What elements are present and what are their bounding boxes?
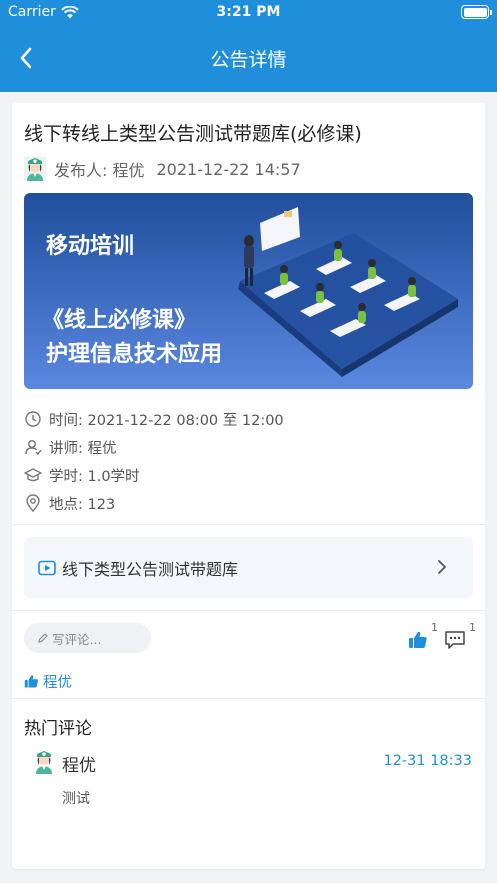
- published-time: 2021-12-22 14:57: [156, 159, 301, 179]
- question-bank-entry[interactable]: 线下类型公告测试带题库: [24, 537, 473, 598]
- divider: [12, 524, 485, 525]
- detail-time: 时间: 2021-12-22 08:00 至 12:00: [24, 405, 284, 433]
- hot-comments-title: 热门评论: [24, 719, 92, 739]
- author-row: 发布人: 程优 2021-12-22 14:57: [24, 157, 301, 181]
- course-details: 时间: 2021-12-22 08:00 至 12:00 讲师: 程优 学时: …: [24, 405, 284, 517]
- clock-icon: [25, 411, 41, 427]
- course-banner: 移动培训 《线上必修课》 护理信息技术应用: [24, 193, 473, 389]
- graduation-cap-icon: [24, 468, 42, 482]
- likers-list: 程优: [24, 671, 72, 692]
- like-count: 1: [431, 621, 438, 634]
- comment-input[interactable]: 写评论...: [24, 623, 151, 653]
- status-time: 3:21 PM: [216, 4, 281, 20]
- nurse-avatar-icon: [24, 157, 46, 181]
- nurse-avatar-icon: [36, 751, 52, 774]
- battery-icon: [461, 5, 492, 19]
- comment-author: 程优: [62, 756, 96, 776]
- status-bar: Carrier 3:21 PM: [0, 0, 497, 26]
- detail-hours-text: 学时: 1.0学时: [49, 468, 140, 485]
- pencil-icon: [38, 633, 48, 643]
- banner-line-3: 护理信息技术应用: [46, 341, 222, 366]
- author-label: 发布人: 程优: [54, 161, 145, 180]
- like-button[interactable]: 1: [408, 621, 438, 651]
- comment-bubble-icon: [445, 631, 465, 649]
- question-bank-label: 线下类型公告测试带题库: [62, 559, 239, 579]
- detail-time-text: 时间: 2021-12-22 08:00 至 12:00: [49, 412, 284, 429]
- banner-line-2: 《线上必修课》: [42, 307, 196, 332]
- comment-text: 测试: [62, 791, 90, 807]
- location-pin-icon: [26, 494, 40, 512]
- page-title: 公告详情: [210, 49, 287, 71]
- detail-teacher: 讲师: 程优: [24, 433, 284, 461]
- app-header: Carrier 3:21 PM 公告详情: [0, 0, 497, 92]
- chevron-right-icon: [438, 560, 446, 574]
- video-play-icon: [38, 560, 56, 575]
- liker-names: 程优: [43, 675, 72, 691]
- banner-image: 移动培训 《线上必修课》 护理信息技术应用: [24, 193, 473, 389]
- detail-location-text: 地点: 123: [49, 496, 116, 513]
- teacher-icon: [25, 440, 42, 456]
- comment-time: 12-31 18:33: [383, 753, 472, 769]
- comment-button[interactable]: 1: [444, 621, 476, 651]
- comment-count: 1: [469, 621, 476, 634]
- banner-line-1: 移动培训: [46, 233, 134, 258]
- divider: [12, 698, 485, 699]
- detail-hours: 学时: 1.0学时: [24, 461, 284, 489]
- comment-placeholder: 写评论...: [52, 631, 102, 647]
- thumbs-up-icon: [24, 675, 38, 688]
- detail-teacher-text: 讲师: 程优: [49, 440, 117, 457]
- divider: [12, 610, 485, 611]
- post-title: 线下转线上类型公告测试带题库(必修课): [24, 123, 362, 145]
- thumbs-up-icon: [409, 631, 427, 648]
- announcement-card: 线下转线上类型公告测试带题库(必修课) 发布人: 程优 2021-12-22 1…: [12, 103, 485, 869]
- detail-location: 地点: 123: [24, 489, 284, 517]
